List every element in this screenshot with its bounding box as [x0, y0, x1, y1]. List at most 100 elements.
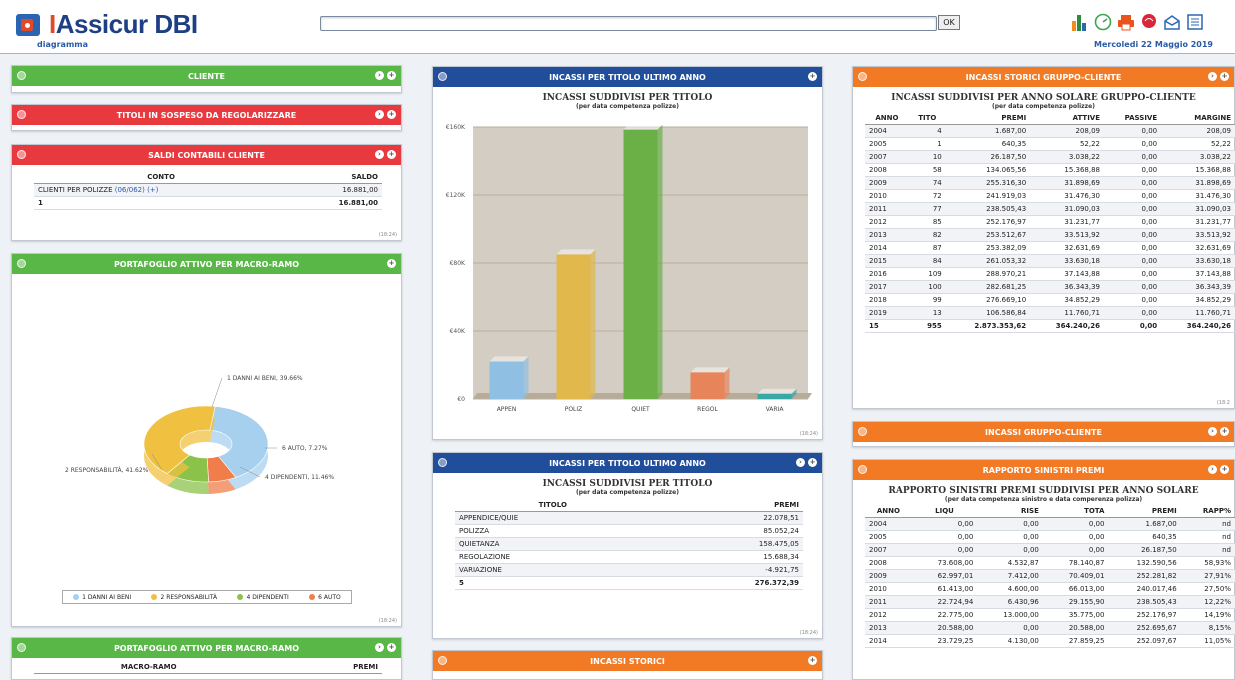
- table-cell: 31.090,03: [1030, 202, 1104, 216]
- list-icon[interactable]: [1185, 12, 1204, 31]
- add-icon[interactable]: +: [387, 259, 396, 268]
- conto-link[interactable]: (06/062) (+): [115, 186, 159, 194]
- collapse-icon[interactable]: [17, 643, 26, 652]
- add-icon[interactable]: +: [1220, 427, 1229, 436]
- bar-chart-icon[interactable]: [1070, 12, 1089, 31]
- collapse-icon[interactable]: [858, 72, 867, 81]
- add-icon[interactable]: +: [387, 150, 396, 159]
- table-cell: 2009: [865, 176, 909, 190]
- table-cell: 253.382,09: [945, 241, 1031, 255]
- total-row: 15 955 2.873.353,62 364.240,26 0,00 364.240,2…: [865, 319, 1235, 333]
- table-cell: 22.724,94: [911, 595, 978, 609]
- collapse-icon[interactable]: [438, 72, 447, 81]
- add-icon[interactable]: +: [808, 656, 817, 665]
- table-cell: 37.143,88: [1161, 267, 1235, 281]
- timestamp: (18:24): [378, 232, 397, 238]
- arrow-icon[interactable]: ›: [375, 110, 384, 119]
- table-cell: 2010: [865, 582, 912, 596]
- table-subtitle: (per data competenza polizze): [992, 103, 1095, 110]
- bar-top: [556, 249, 596, 255]
- table-cell: 31.898,69: [1030, 176, 1104, 190]
- pie-chart: 1 DANNI AI BENI, 39.66% 6 AUTO, 7.27% 4 DI…: [65, 375, 334, 494]
- brain-icon[interactable]: [1139, 12, 1158, 31]
- column-header: PREMI: [650, 499, 803, 512]
- slice-label: 1 DANNI AI BENI, 39.66%: [227, 375, 303, 382]
- table-cell: 2012: [865, 608, 912, 622]
- collapse-icon[interactable]: [17, 110, 26, 119]
- table-cell: 261.053,32: [945, 254, 1031, 268]
- panel-title: INCASSI STORICI: [590, 656, 665, 666]
- table-cell: 8,15%: [1180, 621, 1235, 635]
- table-cell: 2017: [865, 280, 909, 294]
- table-cell: 2007: [865, 150, 909, 164]
- table-cell: 0,00: [911, 530, 978, 544]
- add-icon[interactable]: +: [808, 72, 817, 81]
- table-row: 2004 0,00 0,00 0,00 1.687,00 nd: [865, 517, 1235, 531]
- table-cell: 640,35: [945, 137, 1031, 151]
- table-cell: 0,00: [911, 543, 978, 557]
- table-cell: 33.630,18: [1161, 254, 1235, 268]
- panel-storici-gruppo: INCASSI STORICI GRUPPO-CLIENTE › + INCASSI…: [852, 66, 1235, 409]
- table-cell: 12,22%: [1180, 595, 1235, 609]
- table-cell: 2011: [865, 202, 909, 216]
- collapse-icon[interactable]: [17, 259, 26, 268]
- table-cell: 0,00: [1104, 241, 1162, 255]
- panel-titoli-sospeso: TITOLI IN SOSPESO DA REGOLARIZZARE › +: [11, 104, 402, 131]
- table-row: QUIETANZA 158.475,05: [455, 537, 803, 551]
- table-row: VARIAZIONE -4.921,75: [455, 563, 803, 577]
- column-header: MACRO-RAMO: [34, 661, 264, 674]
- arrow-icon[interactable]: ›: [796, 458, 805, 467]
- row-value: 16.881,00: [288, 183, 382, 197]
- table-cell: 31.476,30: [1161, 189, 1235, 203]
- arrow-icon[interactable]: ›: [1208, 72, 1217, 81]
- add-icon[interactable]: +: [1220, 465, 1229, 474]
- add-icon[interactable]: +: [808, 458, 817, 467]
- speedometer-icon[interactable]: [1093, 12, 1112, 31]
- slice-label: 2 RESPONSABILITÀ, 41.62%: [65, 467, 149, 474]
- legend-item: 1 DANNI AI BENI: [73, 594, 131, 601]
- collapse-icon[interactable]: [858, 427, 867, 436]
- table-cell: 2013: [865, 228, 909, 242]
- column-header: TOTA: [1042, 505, 1109, 518]
- arrow-icon[interactable]: ›: [1208, 427, 1217, 436]
- arrow-icon[interactable]: ›: [375, 150, 384, 159]
- collapse-icon[interactable]: [17, 71, 26, 80]
- table-cell: 2004: [865, 124, 909, 138]
- collapse-icon[interactable]: [858, 465, 867, 474]
- table-cell: 255.316,30: [945, 176, 1031, 190]
- search-input[interactable]: [320, 16, 937, 31]
- arrow-icon[interactable]: ›: [1208, 465, 1217, 474]
- add-icon[interactable]: +: [387, 71, 396, 80]
- chart-title: INCASSI SUDDIVISI PER TITOLO: [542, 93, 713, 103]
- collapse-icon[interactable]: [438, 458, 447, 467]
- table-row: 2007 10 26.187,50 3.038,22 0,00 3.038,22: [865, 150, 1235, 164]
- app-logo[interactable]: IAssicur DBI: [16, 9, 198, 40]
- collapse-icon[interactable]: [17, 150, 26, 159]
- column-header: RAPP%: [1180, 505, 1235, 518]
- ok-button[interactable]: OK: [938, 15, 960, 30]
- table-cell: 0,00: [911, 517, 978, 531]
- arrow-icon[interactable]: ›: [375, 71, 384, 80]
- table-cell: 2014: [865, 241, 909, 255]
- incassi-table: TITOLO PREMI APPENDICE/QUIE 22.078,51 POLIZ…: [455, 499, 803, 590]
- table-cell: 2012: [865, 215, 909, 229]
- panel-title: RAPPORTO SINISTRI PREMI: [982, 465, 1105, 475]
- mail-icon[interactable]: [1162, 12, 1181, 31]
- table-cell: 2014: [865, 634, 912, 648]
- table-cell: 109: [908, 267, 946, 281]
- add-icon[interactable]: +: [387, 643, 396, 652]
- panel-saldi: SALDI CONTABILI CLIENTE › + CONTO SALDO CLI…: [11, 144, 402, 241]
- collapse-icon[interactable]: [438, 656, 447, 665]
- arrow-icon[interactable]: ›: [375, 643, 384, 652]
- table-cell: 0,00: [1104, 215, 1162, 229]
- table-cell: 31.898,69: [1161, 176, 1235, 190]
- table-cell: 4.600,00: [977, 582, 1043, 596]
- page-subtitle: diagramma: [37, 40, 89, 49]
- table-cell: 20.588,00: [911, 621, 978, 635]
- add-icon[interactable]: +: [1220, 72, 1229, 81]
- table-cell: 22.078,51: [650, 511, 803, 525]
- printer-icon[interactable]: [1116, 12, 1135, 31]
- add-icon[interactable]: +: [387, 110, 396, 119]
- table-cell: 0,00: [1104, 189, 1162, 203]
- table-cell: QUIETANZA: [455, 537, 651, 551]
